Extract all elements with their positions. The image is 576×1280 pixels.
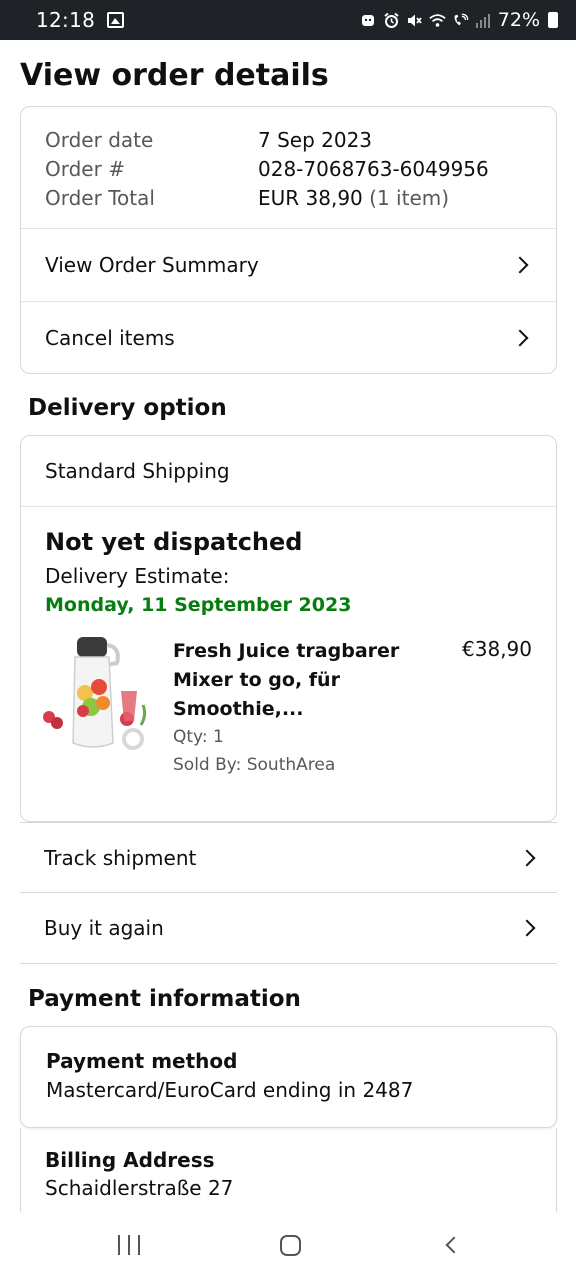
billing-address-card: Billing Address Schaidlerstraße 27 (20, 1128, 557, 1212)
order-total-row: Order Total EUR 38,90 (1 item) (45, 184, 532, 213)
view-order-summary-link[interactable]: View Order Summary (21, 229, 556, 301)
shipment-body: Not yet dispatched Delivery Estimate: Mo… (21, 507, 556, 805)
order-number-value: 028-7068763-6049956 (258, 157, 489, 181)
status-bar: 12:18 72% (0, 0, 576, 40)
delivery-section-title: Delivery option (28, 395, 227, 421)
order-date-value: 7 Sep 2023 (258, 128, 373, 152)
cancel-items-label: Cancel items (45, 325, 175, 350)
product-seller: Sold By: SouthArea (173, 755, 336, 775)
order-number-row: Order # 028-7068763-6049956 (45, 155, 532, 184)
back-icon[interactable] (445, 1236, 463, 1254)
gallery-icon (107, 12, 125, 28)
product-title[interactable]: Fresh Juice tragbarer Mixer to go, für S… (173, 637, 413, 724)
buy-it-again-link[interactable]: Buy it again (20, 893, 557, 964)
android-icon (360, 12, 377, 29)
payment-method-title: Payment method (46, 1049, 238, 1073)
alarm-icon (383, 12, 400, 29)
shipment-status: Not yet dispatched (45, 528, 303, 556)
status-time: 12:18 (36, 8, 96, 32)
billing-address-line: Schaidlerstraße 27 (45, 1176, 234, 1200)
order-total-amount: EUR 38,90 (258, 186, 363, 210)
battery-icon (548, 12, 558, 28)
order-date-label: Order date (45, 128, 154, 152)
status-icons: 72% (360, 9, 558, 31)
view-order-summary-label: View Order Summary (45, 253, 259, 277)
buy-it-again-label: Buy it again (44, 916, 164, 940)
page-scroll[interactable]: View order details Order date 7 Sep 2023… (0, 40, 576, 1212)
chevron-right-icon (518, 849, 536, 866)
delivery-estimate-label: Delivery Estimate: (45, 564, 230, 588)
battery-percent: 72% (497, 9, 540, 31)
cancel-items-link[interactable]: Cancel items (21, 301, 556, 373)
payment-method-card[interactable]: Payment method Mastercard/EuroCard endin… (20, 1026, 557, 1128)
order-date-row: Order date 7 Sep 2023 (45, 126, 532, 155)
order-total-value: EUR 38,90 (1 item) (258, 184, 449, 213)
shipping-method: Standard Shipping (21, 436, 556, 507)
chevron-right-icon (511, 329, 529, 346)
delivery-card: Standard Shipping Not yet dispatched Del… (20, 435, 557, 822)
recent-apps-icon[interactable] (118, 1235, 140, 1255)
order-meta: Order date 7 Sep 2023 Order # 028-706876… (21, 107, 556, 229)
payment-section-title: Payment information (28, 986, 301, 1012)
order-total-items: (1 item) (369, 186, 450, 210)
order-total-label: Order Total (45, 186, 155, 210)
wifi-icon (429, 12, 446, 29)
track-shipment-label: Track shipment (44, 845, 197, 870)
page-title: View order details (20, 58, 329, 93)
track-shipment-link[interactable]: Track shipment (20, 822, 557, 893)
product-item[interactable]: Fresh Juice tragbarer Mixer to go, für S… (43, 635, 532, 805)
wifi-calling-icon (452, 12, 469, 29)
chevron-right-icon (511, 256, 529, 274)
payment-method-value: Mastercard/EuroCard ending in 2487 (46, 1078, 414, 1102)
signal-icon (475, 12, 492, 29)
product-quantity: Qty: 1 (173, 727, 224, 747)
system-nav-bar (0, 1212, 576, 1280)
shipment-actions: Track shipment Buy it again (20, 822, 557, 964)
chevron-right-icon (518, 919, 536, 937)
product-price: €38,90 (462, 637, 532, 661)
order-info-card: Order date 7 Sep 2023 Order # 028-706876… (20, 106, 557, 374)
delivery-estimate-date: Monday, 11 September 2023 (45, 594, 352, 616)
home-icon[interactable] (280, 1235, 301, 1256)
order-number-label: Order # (45, 157, 125, 181)
billing-address-title: Billing Address (45, 1148, 215, 1172)
mute-icon (406, 12, 423, 29)
product-image[interactable] (41, 635, 151, 755)
